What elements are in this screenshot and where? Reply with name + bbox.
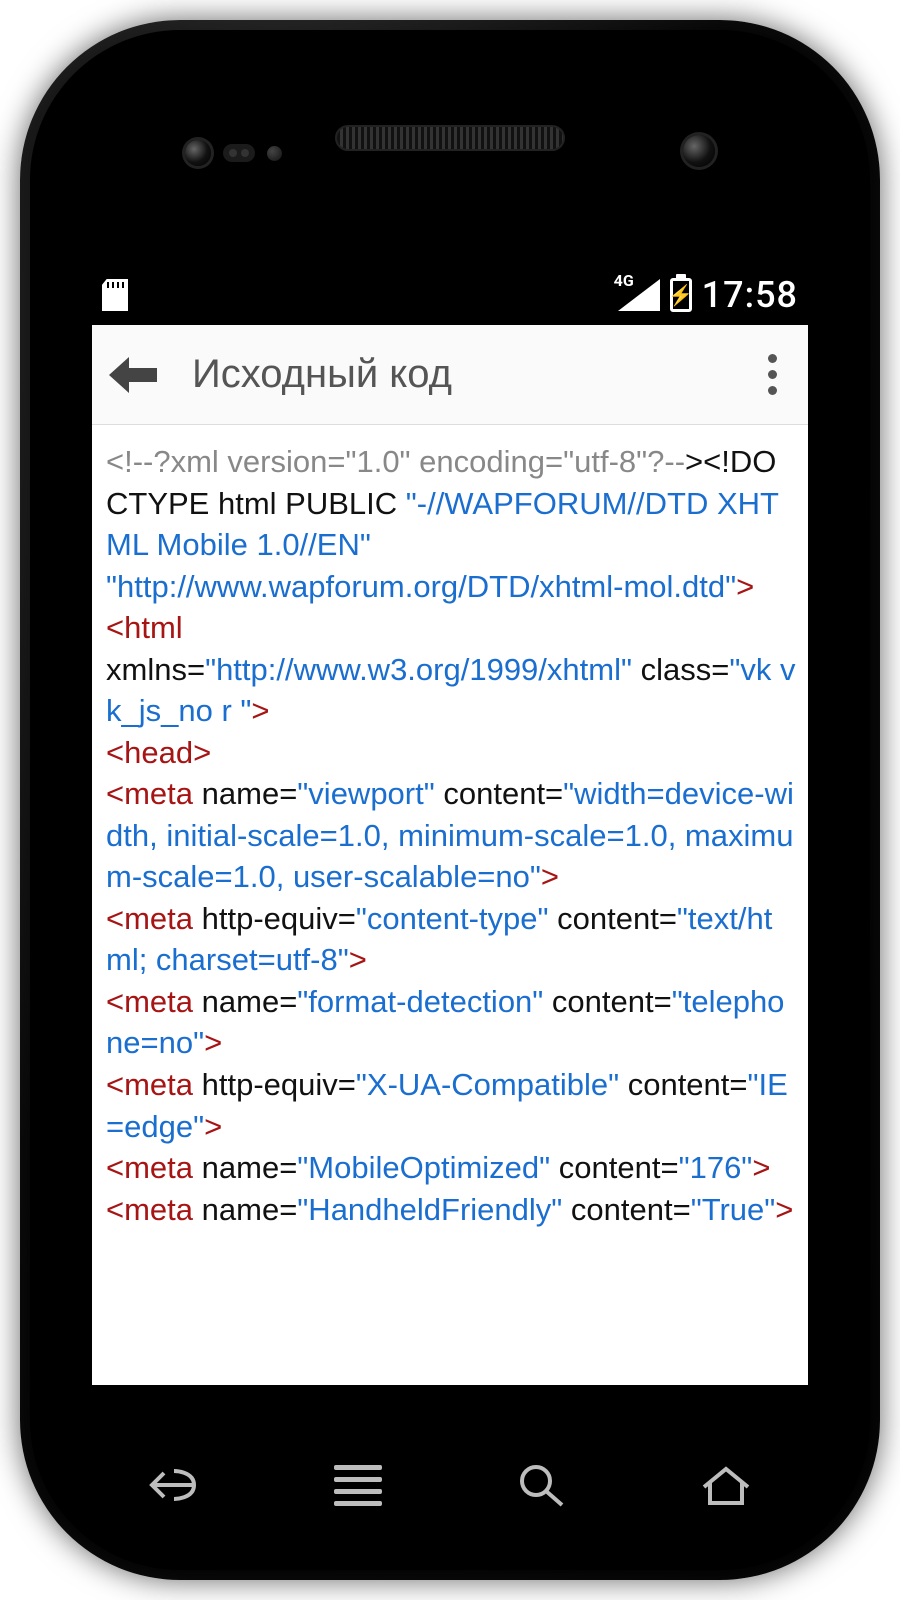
- code-text: <meta: [106, 1150, 193, 1185]
- hardware-nav: [30, 1455, 870, 1515]
- code-text: >: [541, 859, 559, 894]
- phone-frame: 4G ⚡ 17:58 Исходный код: [20, 20, 880, 1580]
- code-text: "MobileOptimized": [297, 1150, 550, 1185]
- code-text: >: [204, 1025, 222, 1060]
- code-text: content=: [550, 1150, 678, 1185]
- app-bar: Исходный код: [92, 325, 808, 425]
- code-text: "format-detection": [297, 984, 543, 1019]
- code-text: <html: [106, 610, 183, 645]
- source-code-view[interactable]: <!--?xml version="1.0" encoding="utf-8"?…: [92, 425, 808, 1385]
- code-text: >: [736, 569, 754, 604]
- code-text: "content-type": [356, 901, 549, 936]
- code-text: <meta: [106, 776, 193, 811]
- code-text: >: [251, 693, 269, 728]
- code-text: >: [775, 1192, 793, 1227]
- earpiece: [335, 125, 565, 151]
- code-text: http-equiv=: [193, 901, 356, 936]
- code-text: content=: [562, 1192, 690, 1227]
- code-text: name=: [193, 1192, 297, 1227]
- sensor-cluster: [185, 140, 282, 166]
- code-text: <meta: [106, 984, 193, 1019]
- nav-menu-button[interactable]: [318, 1455, 398, 1515]
- code-text: content=: [543, 984, 671, 1019]
- signal-icon: 4G: [618, 279, 660, 311]
- code-text: name=: [193, 776, 297, 811]
- code-text: xmlns=: [106, 652, 205, 687]
- status-bar: 4G ⚡ 17:58: [92, 265, 808, 325]
- code-text: "X-UA-Compatible": [356, 1067, 619, 1102]
- battery-charging-icon: ⚡: [670, 278, 692, 312]
- code-text: <head>: [106, 735, 211, 770]
- nav-search-button[interactable]: [502, 1455, 582, 1515]
- sdcard-icon: [102, 279, 128, 311]
- code-text: http-equiv=: [193, 1067, 356, 1102]
- code-text: content=: [619, 1067, 747, 1102]
- code-text: "http://www.w3.org/1999/xhtml": [205, 652, 632, 687]
- code-text: name=: [193, 984, 297, 1019]
- clock: 17:58: [702, 274, 798, 316]
- code-text: "http://www.wapforum.org/DTD/xhtml-mol.d…: [106, 569, 736, 604]
- code-text: <meta: [106, 1192, 193, 1227]
- nav-home-button[interactable]: [686, 1455, 766, 1515]
- code-text: "viewport": [297, 776, 434, 811]
- code-text: "HandheldFriendly": [297, 1192, 562, 1227]
- overflow-menu-button[interactable]: [748, 351, 796, 399]
- back-button[interactable]: [104, 346, 162, 404]
- code-text: "True": [691, 1192, 776, 1227]
- code-text: >: [204, 1109, 222, 1144]
- code-text: >: [349, 942, 367, 977]
- code-text: name=: [193, 1150, 297, 1185]
- code-text: <!--?xml version="1.0" encoding="utf-8"?…: [106, 444, 685, 479]
- code-text: class=: [632, 652, 729, 687]
- code-text: content=: [549, 901, 677, 936]
- code-text: <meta: [106, 1067, 193, 1102]
- code-text: <meta: [106, 901, 193, 936]
- code-text: "176": [679, 1150, 753, 1185]
- page-title: Исходный код: [192, 352, 452, 397]
- code-text: content=: [435, 776, 563, 811]
- code-text: >: [752, 1150, 770, 1185]
- screen: 4G ⚡ 17:58 Исходный код: [92, 265, 808, 1385]
- nav-back-button[interactable]: [134, 1455, 214, 1515]
- front-camera: [683, 135, 715, 167]
